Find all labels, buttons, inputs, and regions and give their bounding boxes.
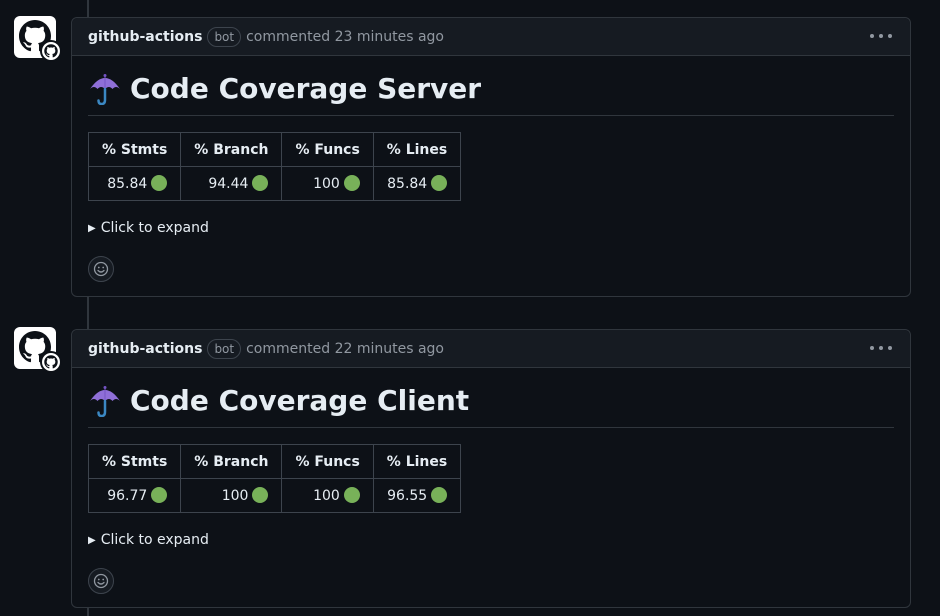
github-badge-icon xyxy=(40,351,62,373)
comment-heading: Code Coverage Server xyxy=(88,72,894,116)
table-header-row: % Stmts % Branch % Funcs % Lines xyxy=(87,444,462,479)
kebab-horizontal-icon[interactable] xyxy=(870,27,892,45)
expand-details-toggle[interactable]: ▶ Click to expand xyxy=(88,532,894,548)
value-lines: 85.84 xyxy=(387,176,428,192)
green-circle-icon xyxy=(343,487,360,503)
comment-body: Code Coverage Client % Stmts % Branch % … xyxy=(72,368,910,610)
value-branch: 100 xyxy=(221,488,249,504)
comment-title: Code Coverage Client xyxy=(130,384,470,417)
comment-timestamp[interactable]: commented 23 minutes ago xyxy=(246,29,444,45)
header-lines: % Lines xyxy=(372,132,462,167)
value-branch: 94.44 xyxy=(208,176,249,192)
bot-badge: bot xyxy=(207,338,242,359)
value-stmts: 85.84 xyxy=(107,176,148,192)
expand-label: Click to expand xyxy=(100,532,209,548)
header-funcs: % Funcs xyxy=(281,132,374,167)
table-row: 96.77 100 100 96.55 xyxy=(87,478,462,513)
header-lines: % Lines xyxy=(372,444,462,479)
cell-funcs: 100 xyxy=(281,166,374,201)
header-funcs: % Funcs xyxy=(281,444,374,479)
triangle-right-icon: ▶ xyxy=(88,222,96,234)
green-circle-icon xyxy=(431,175,448,191)
author-link[interactable]: github-actions xyxy=(88,341,202,357)
comment-body: Code Coverage Server % Stmts % Branch % … xyxy=(72,56,910,298)
green-circle-icon xyxy=(252,175,269,191)
github-badge-icon xyxy=(40,40,62,62)
cell-branch: 100 xyxy=(180,478,283,513)
table-header-row: % Stmts % Branch % Funcs % Lines xyxy=(87,132,462,167)
green-circle-icon xyxy=(151,175,168,191)
cell-lines: 96.55 xyxy=(372,478,462,513)
smiley-icon xyxy=(93,261,109,277)
add-reaction-button[interactable] xyxy=(88,256,114,282)
value-funcs: 100 xyxy=(313,488,340,504)
umbrella-icon xyxy=(90,385,120,417)
cell-stmts: 96.77 xyxy=(87,478,182,513)
comment-title: Code Coverage Server xyxy=(130,72,482,105)
coverage-table: % Stmts % Branch % Funcs % Lines 96.77 1… xyxy=(87,444,462,513)
add-reaction-button[interactable] xyxy=(88,568,114,594)
cell-branch: 94.44 xyxy=(180,166,283,201)
comment-timestamp[interactable]: commented 22 minutes ago xyxy=(246,341,444,357)
avatar[interactable] xyxy=(14,327,62,373)
comment-box: github-actions bot commented 23 minutes … xyxy=(71,17,911,297)
green-circle-icon xyxy=(431,487,448,503)
green-circle-icon xyxy=(151,487,168,503)
coverage-table: % Stmts % Branch % Funcs % Lines 85.84 9… xyxy=(87,132,462,201)
header-branch: % Branch xyxy=(180,444,283,479)
comment-box: github-actions bot commented 22 minutes … xyxy=(71,329,911,608)
expand-label: Click to expand xyxy=(100,220,209,236)
expand-details-toggle[interactable]: ▶ Click to expand xyxy=(88,220,894,236)
cell-stmts: 85.84 xyxy=(87,166,182,201)
avatar[interactable] xyxy=(14,16,62,62)
comment-heading: Code Coverage Client xyxy=(88,384,894,428)
header-branch: % Branch xyxy=(180,132,283,167)
green-circle-icon xyxy=(252,487,269,503)
author-link[interactable]: github-actions xyxy=(88,29,202,45)
comment-header: github-actions bot commented 23 minutes … xyxy=(72,18,910,56)
cell-lines: 85.84 xyxy=(372,166,462,201)
header-stmts: % Stmts xyxy=(87,132,182,167)
green-circle-icon xyxy=(343,175,360,191)
value-lines: 96.55 xyxy=(387,488,428,504)
smiley-icon xyxy=(93,573,109,589)
value-stmts: 96.77 xyxy=(107,488,148,504)
umbrella-icon xyxy=(90,73,120,105)
kebab-horizontal-icon[interactable] xyxy=(870,339,892,357)
comment-header: github-actions bot commented 22 minutes … xyxy=(72,330,910,368)
table-row: 85.84 94.44 100 85.84 xyxy=(87,166,462,201)
header-stmts: % Stmts xyxy=(87,444,182,479)
triangle-right-icon: ▶ xyxy=(88,534,96,546)
cell-funcs: 100 xyxy=(281,478,374,513)
bot-badge: bot xyxy=(207,26,242,47)
value-funcs: 100 xyxy=(313,176,340,192)
